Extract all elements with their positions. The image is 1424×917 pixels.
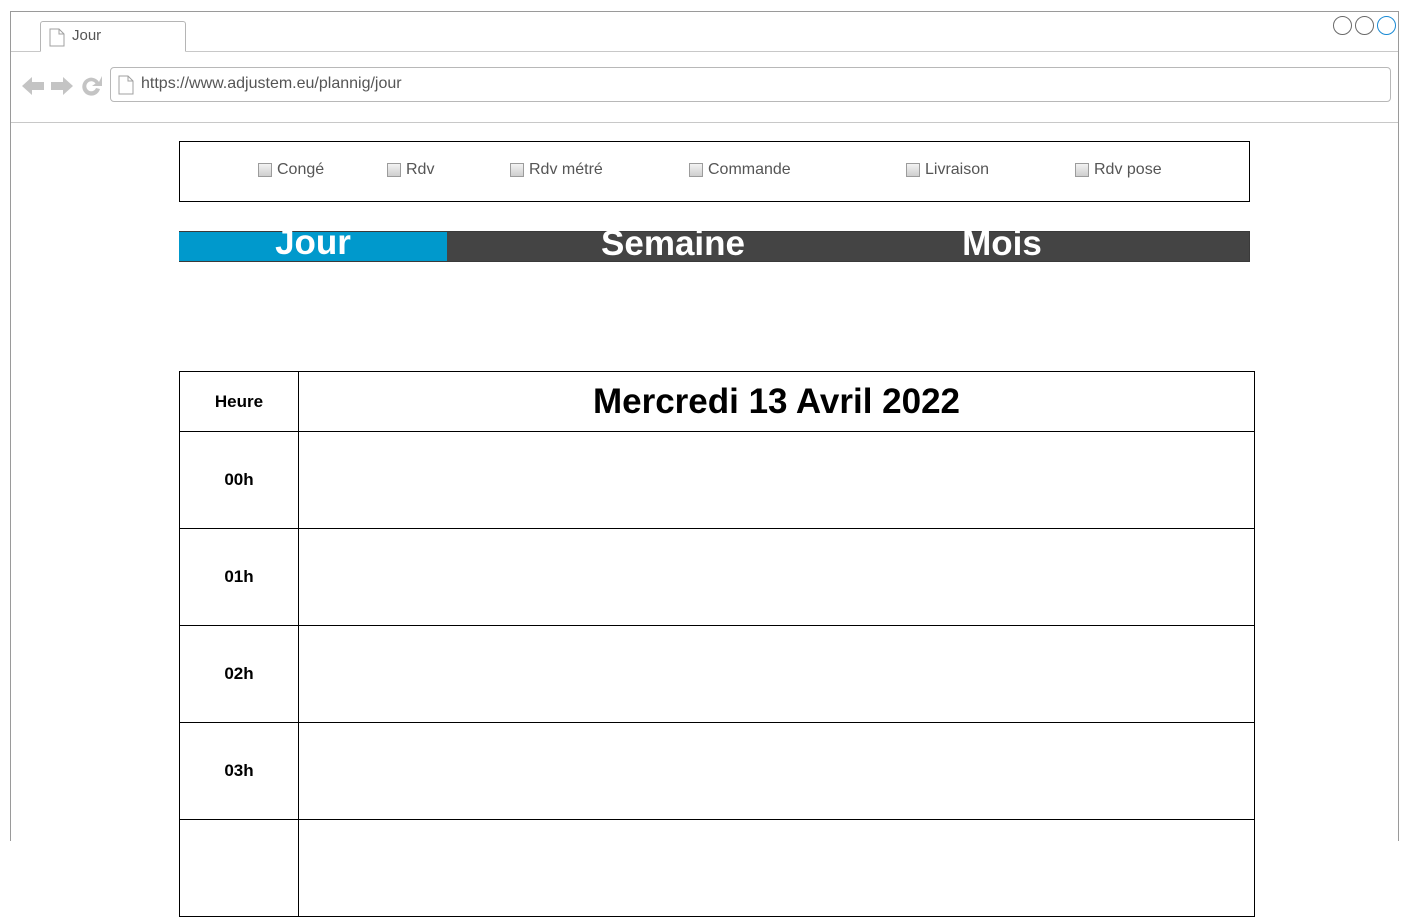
address-bar[interactable]: [110, 67, 1391, 102]
page-icon: [118, 75, 134, 100]
window-controls: [1333, 16, 1396, 35]
hour-row: 02h: [179, 625, 1255, 723]
checkbox[interactable]: [689, 163, 703, 177]
day-title: Mercredi 13 Avril 2022: [298, 371, 1255, 432]
reload-icon[interactable]: [80, 74, 104, 103]
hour-slot[interactable]: [298, 722, 1255, 820]
tab-semaine[interactable]: Semaine: [598, 226, 748, 261]
filter-rdv-pose[interactable]: Rdv pose: [1075, 161, 1162, 179]
hour-row: 03h: [179, 722, 1255, 820]
page-icon: [49, 28, 65, 52]
close-button[interactable]: [1377, 16, 1396, 35]
filter-label: Commande: [708, 161, 791, 178]
checkbox[interactable]: [387, 163, 401, 177]
filter-label: Rdv pose: [1094, 161, 1162, 178]
filter-rdv-metre[interactable]: Rdv métré: [510, 161, 603, 179]
checkbox[interactable]: [1075, 163, 1089, 177]
filter-label: Congé: [277, 161, 325, 178]
hour-row: 01h: [179, 528, 1255, 626]
browser-toolbar: [11, 52, 1398, 123]
hour-row: [179, 819, 1255, 917]
url-input[interactable]: [141, 73, 1371, 95]
view-switcher: Jour Semaine Mois: [179, 225, 1250, 262]
hour-slot[interactable]: [298, 528, 1255, 626]
tab-jour[interactable]: Jour: [179, 225, 447, 261]
hour-column-header: Heure: [179, 371, 299, 432]
filter-label: Livraison: [925, 161, 990, 178]
tab-label: Mois: [962, 224, 1042, 263]
hour-label: 03h: [179, 722, 299, 820]
minimize-button[interactable]: [1333, 16, 1352, 35]
filter-livraison[interactable]: Livraison: [906, 161, 989, 179]
hour-slot[interactable]: [298, 625, 1255, 723]
hour-label: [179, 819, 299, 917]
filter-label: Rdv métré: [529, 161, 603, 178]
hour-row: 00h: [179, 431, 1255, 529]
maximize-button[interactable]: [1355, 16, 1374, 35]
calendar-header-row: Heure Mercredi 13 Avril 2022: [179, 371, 1255, 432]
filter-rdv[interactable]: Rdv: [387, 161, 434, 179]
filter-bar: Congé Rdv Rdv métré Commande Livraison R…: [179, 141, 1250, 202]
forward-arrow-icon[interactable]: [50, 74, 74, 103]
checkbox[interactable]: [258, 163, 272, 177]
tab-mois[interactable]: Mois: [950, 226, 1054, 261]
hour-label: 01h: [179, 528, 299, 626]
checkbox[interactable]: [906, 163, 920, 177]
tab-label: Jour: [275, 223, 351, 262]
tab-title: Jour: [72, 27, 102, 44]
hour-slot[interactable]: [298, 431, 1255, 529]
back-arrow-icon[interactable]: [21, 74, 45, 103]
filter-label: Rdv: [406, 161, 435, 178]
tab-strip: Jour: [11, 12, 1398, 52]
tab-label: Semaine: [601, 224, 745, 263]
browser-tab[interactable]: Jour: [40, 21, 186, 52]
day-calendar: Heure Mercredi 13 Avril 2022 00h 01h 02h…: [179, 371, 1255, 917]
hour-slot[interactable]: [298, 819, 1255, 917]
hour-label: 00h: [179, 431, 299, 529]
filter-conge[interactable]: Congé: [258, 161, 324, 179]
filter-commande[interactable]: Commande: [689, 161, 791, 179]
checkbox[interactable]: [510, 163, 524, 177]
hour-label: 02h: [179, 625, 299, 723]
